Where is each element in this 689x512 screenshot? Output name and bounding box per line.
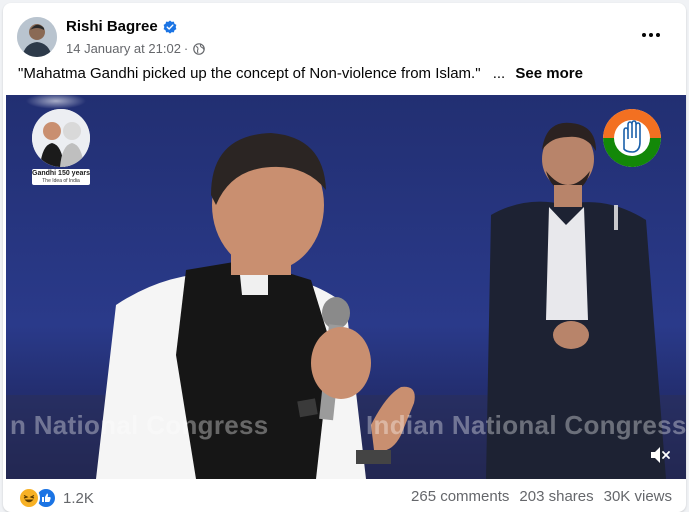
reaction-count: 1.2K	[63, 489, 94, 507]
comments-count[interactable]: 265 comments	[411, 488, 509, 505]
post-meta: 14 January at 21:02 ·	[66, 41, 206, 56]
globe-icon	[193, 42, 206, 55]
watermark-left: n National Congress	[10, 410, 269, 440]
more-options-button[interactable]	[633, 21, 669, 49]
see-more-link[interactable]: See more	[515, 65, 583, 82]
video-player[interactable]: Gandhi 150 years The Idea of India n Nat…	[6, 95, 686, 479]
reactions-summary[interactable]: 1.2K	[18, 487, 94, 509]
author-row: Rishi Bagree	[66, 18, 177, 35]
badge-title: Gandhi 150 years	[32, 170, 90, 177]
congress-hand-logo	[603, 109, 661, 167]
badge-portrait	[32, 109, 90, 167]
watermark-right: Indian National Congress	[366, 410, 686, 440]
post-caption: "Mahatma Gandhi picked up the concept of…	[18, 65, 583, 82]
badge-caption: Gandhi 150 years The Idea of India	[32, 169, 90, 185]
haha-icon	[18, 487, 40, 509]
post-card: Rishi Bagree 14 January at 21:02 · "Maha…	[3, 3, 686, 512]
engagement-stats: 265 comments 203 shares 30K views	[411, 488, 672, 505]
muted-speaker-icon	[651, 447, 670, 463]
shares-count[interactable]: 203 shares	[519, 488, 593, 505]
gandhi-150-badge: Gandhi 150 years The Idea of India	[32, 109, 90, 185]
more-options-icon	[642, 33, 660, 37]
badge-subtitle: The Idea of India	[42, 178, 80, 184]
verified-badge-icon	[163, 19, 177, 34]
post-footer: 1.2K 265 comments 203 shares 30K views	[3, 479, 686, 512]
views-count: 30K views	[603, 488, 672, 505]
caption-ellipsis: ...	[492, 65, 506, 82]
meta-separator: ·	[183, 41, 189, 56]
avatar[interactable]	[17, 17, 57, 57]
author-name[interactable]: Rishi Bagree	[66, 18, 158, 35]
mute-button[interactable]	[649, 445, 671, 465]
caption-text: "Mahatma Gandhi picked up the concept of…	[18, 65, 481, 82]
post-timestamp[interactable]: 14 January at 21:02	[66, 41, 181, 56]
